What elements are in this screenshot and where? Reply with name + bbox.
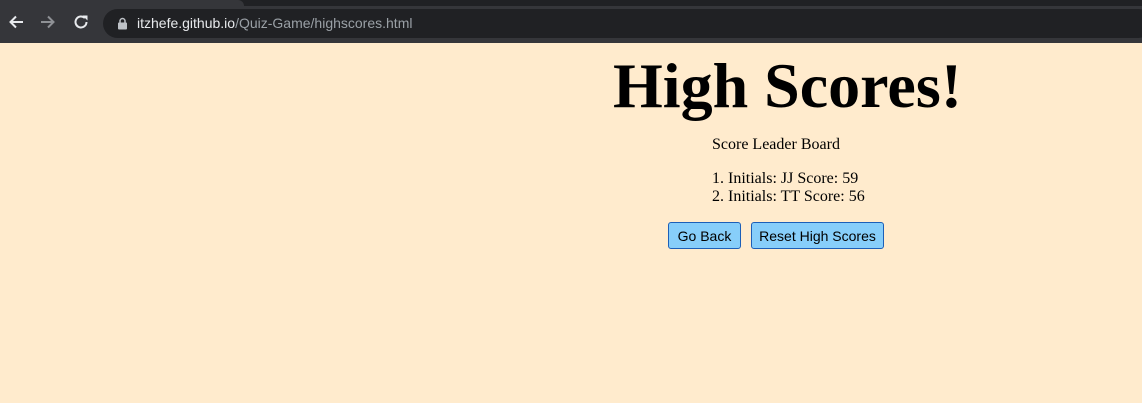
arrow-left-icon bbox=[9, 15, 23, 29]
active-tab-edge[interactable] bbox=[0, 0, 244, 6]
url-host: itzhefe.github.io bbox=[137, 15, 236, 31]
score-entry: 1. Initials: JJ Score: 59 bbox=[712, 170, 859, 187]
browser-toolbar: itzhefe.github.io/Quiz-Game/highscores.h… bbox=[0, 0, 1142, 43]
reload-button[interactable] bbox=[71, 12, 91, 32]
page-title: High Scores! bbox=[613, 50, 963, 121]
arrow-right-icon bbox=[41, 15, 55, 29]
leader-board: Score Leader Board 1. Initials: JJ Score… bbox=[712, 136, 865, 205]
go-back-button[interactable]: Go Back bbox=[668, 222, 741, 249]
address-bar[interactable]: itzhefe.github.io/Quiz-Game/highscores.h… bbox=[103, 9, 1142, 38]
page-content: High Scores! Score Leader Board 1. Initi… bbox=[0, 43, 1142, 403]
back-button[interactable] bbox=[6, 12, 26, 32]
score-list: 1. Initials: JJ Score: 59 2. Initials: T… bbox=[712, 170, 865, 206]
score-entry: 2. Initials: TT Score: 56 bbox=[712, 188, 865, 205]
forward-button[interactable] bbox=[38, 12, 58, 32]
reset-high-scores-button[interactable]: Reset High Scores bbox=[751, 222, 884, 249]
url-path: /Quiz-Game/highscores.html bbox=[235, 15, 413, 31]
url-text[interactable]: itzhefe.github.io/Quiz-Game/highscores.h… bbox=[137, 15, 412, 32]
lock-icon[interactable] bbox=[117, 17, 128, 30]
reload-icon bbox=[74, 15, 88, 29]
leader-board-title: Score Leader Board bbox=[712, 136, 840, 153]
tab-strip bbox=[0, 0, 1142, 6]
